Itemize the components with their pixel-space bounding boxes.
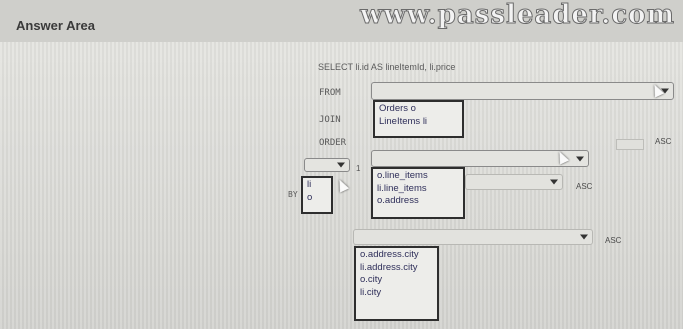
- order-option-li-city[interactable]: li.city: [360, 287, 433, 300]
- alias-dropdown[interactable]: [304, 158, 350, 172]
- answer-area-title: Answer Area: [16, 18, 95, 33]
- answer-area: Answer Area www.passleader.com SELECT li…: [0, 0, 683, 329]
- order-option-o-city[interactable]: o.city: [360, 274, 433, 287]
- order-keyword: ORDER: [319, 138, 347, 148]
- join-option-o-address[interactable]: o.address: [377, 195, 459, 208]
- from-options-list[interactable]: Orders o LineItems li: [373, 100, 464, 138]
- mouse-cursor-icon: [334, 177, 350, 193]
- order-options-list[interactable]: o.address.city li.address.city o.city li…: [354, 246, 439, 321]
- order-number: 1: [356, 164, 361, 173]
- join-option-o-line-items[interactable]: o.line_items: [377, 170, 459, 183]
- by-keyword: BY: [288, 190, 298, 199]
- watermark: www.passleader.com: [360, 0, 675, 31]
- join-field-options-list[interactable]: o.line_items li.line_items o.address: [371, 167, 465, 219]
- order-field-dropdown-2[interactable]: [353, 229, 593, 245]
- from-option-lineitems[interactable]: LineItems li: [379, 116, 458, 129]
- alias-option-li[interactable]: li: [307, 179, 327, 192]
- from-option-orders[interactable]: Orders o: [379, 103, 458, 116]
- sql-select-line: SELECT li.id AS lineItemId, li.price: [318, 62, 456, 72]
- asc-label-3: ASC: [605, 236, 622, 245]
- asc-label-2: ASC: [576, 182, 593, 191]
- chevron-down-icon: [576, 156, 584, 161]
- order-field-dropdown-1[interactable]: [465, 174, 563, 190]
- from-keyword: FROM: [319, 88, 341, 98]
- alias-option-o[interactable]: o: [307, 192, 327, 205]
- join-keyword: JOIN: [319, 115, 341, 125]
- alias-options-list[interactable]: li o: [301, 176, 333, 214]
- from-dropdown[interactable]: [371, 82, 674, 100]
- chevron-down-icon: [550, 179, 558, 185]
- order-option-o-address-city[interactable]: o.address.city: [360, 249, 433, 262]
- asc-label-1: ASC: [655, 137, 672, 146]
- order-option-li-address-city[interactable]: li.address.city: [360, 262, 433, 275]
- ghost-dropdown: [616, 139, 644, 150]
- chevron-down-icon: [580, 234, 588, 240]
- join-option-li-line-items[interactable]: li.line_items: [377, 183, 459, 196]
- chevron-down-icon: [337, 162, 345, 168]
